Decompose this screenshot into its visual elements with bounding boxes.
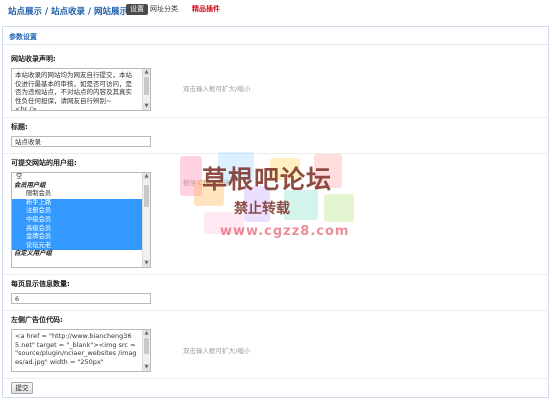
- notice-scrollbar[interactable]: ▲ ▼: [142, 69, 150, 110]
- scroll-down-icon[interactable]: ▼: [143, 364, 150, 371]
- usergroup-option[interactable]: 注册会员: [12, 207, 143, 216]
- usergroups-label: 可提交网站的用户组:: [11, 159, 77, 167]
- watermark-subtitle: 禁止转载: [234, 201, 290, 217]
- tab-url-category[interactable]: 网址分类: [150, 4, 178, 15]
- perpage-label: 每页显示信息数量:: [11, 280, 70, 288]
- top-bar: 站点展示 / 站点收录 / 网站展示 设置 网址分类 精品插件: [0, 0, 552, 20]
- divider: [3, 378, 548, 379]
- breadcrumb[interactable]: 站点展示 / 站点收录 / 网站展示: [8, 5, 128, 17]
- usergroups-scrollbar[interactable]: ▲ ▼: [142, 173, 150, 267]
- usergroups-select[interactable]: 空 会员用户组 限制会员 新手上路 注册会员 中级会员 高级会员 金牌会员 论坛…: [11, 172, 151, 268]
- divider: [3, 117, 548, 118]
- scroll-thumb[interactable]: [144, 338, 149, 354]
- divider: [3, 310, 548, 311]
- leftad-text[interactable]: <a href = "http://www.biancheng365.net" …: [12, 330, 140, 368]
- scroll-thumb[interactable]: [144, 77, 149, 95]
- perpage-input[interactable]: 6: [11, 293, 151, 304]
- notice-textarea[interactable]: 本站收录的网站均为网友自行提交，本站仅进行最基本的审核，如是否可访问，是否为违规…: [11, 68, 151, 111]
- scroll-thumb[interactable]: [144, 185, 149, 207]
- tab-settings[interactable]: 设置: [126, 4, 148, 15]
- divider: [3, 274, 548, 275]
- scroll-up-icon[interactable]: ▲: [143, 330, 150, 337]
- divider: [3, 44, 548, 45]
- leftad-tip: 双击输入框可扩大/缩小: [183, 347, 251, 355]
- notice-tip: 双击输入框可扩大/缩小: [183, 85, 251, 93]
- usergroup-option[interactable]: 金牌会员: [12, 233, 143, 242]
- usergroup-option[interactable]: 中级会员: [12, 215, 143, 225]
- scroll-down-icon[interactable]: ▼: [143, 260, 150, 267]
- usergroup-option[interactable]: 高级会员: [12, 224, 143, 234]
- scroll-up-icon[interactable]: ▲: [143, 69, 150, 76]
- watermark: 草根吧论坛 禁止转载 www.cgzz8.com: [174, 150, 364, 250]
- submit-button[interactable]: 提交: [11, 382, 33, 394]
- panel-title: 参数设置: [9, 33, 37, 41]
- usergroup-option[interactable]: 限制会员: [12, 190, 143, 199]
- tab-premium-plugins[interactable]: 精品插件: [192, 4, 220, 15]
- title-input[interactable]: 站点收录: [11, 136, 151, 147]
- scroll-up-icon[interactable]: ▲: [143, 173, 150, 180]
- watermark-url: www.cgzz8.com: [220, 224, 350, 239]
- notice-text[interactable]: 本站收录的网站均为网友自行提交，本站仅进行最基本的审核，如是否可访问，是否为违规…: [12, 69, 140, 110]
- watermark-title: 草根吧论坛: [202, 165, 333, 194]
- leftad-label: 左侧广告位代码:: [11, 316, 63, 324]
- usergroup-option[interactable]: 空: [12, 173, 143, 182]
- title-label: 标题:: [11, 123, 28, 131]
- leftad-textarea[interactable]: <a href = "http://www.biancheng365.net" …: [11, 329, 151, 372]
- usergroup-group-label: 自定义用户组: [14, 250, 52, 258]
- watermark-block: [324, 194, 354, 222]
- notice-label: 网站收录声明:: [11, 55, 56, 63]
- usergroup-group-label: 会员用户组: [14, 181, 46, 189]
- leftad-scrollbar[interactable]: ▲ ▼: [142, 330, 150, 371]
- scroll-down-icon[interactable]: ▼: [143, 103, 150, 110]
